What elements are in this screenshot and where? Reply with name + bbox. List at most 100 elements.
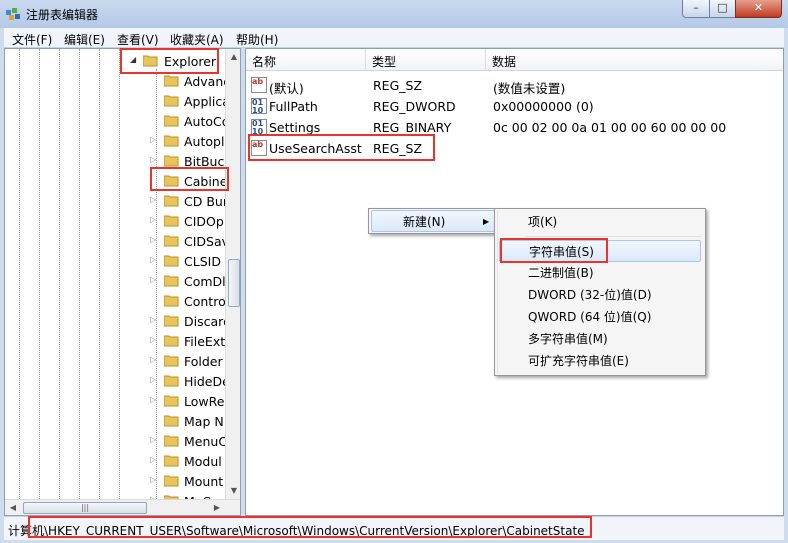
- submenu-item-label: 二进制值(B): [528, 266, 594, 280]
- folder-icon: [164, 315, 179, 327]
- column-header-data[interactable]: 数据: [486, 49, 783, 71]
- submenu-item[interactable]: 多字符串值(M): [499, 328, 701, 350]
- folder-icon: [164, 115, 179, 127]
- value-row[interactable]: 01 10 Settings REG_BINARY 0c 00 02 00 0a 01 …: [246, 117, 783, 138]
- tree-item-label: CD Bur: [184, 194, 228, 209]
- submenu-item-label: 多字符串值(M): [528, 332, 608, 346]
- binary-value-icon: 01 10: [251, 98, 267, 115]
- collapse-triangle-icon[interactable]: ◢: [130, 55, 136, 64]
- submenu-item[interactable]: QWORD (64 位)值(Q): [499, 306, 701, 328]
- expand-triangle-icon[interactable]: ▷: [150, 395, 156, 404]
- tree-item[interactable]: ▷ MenuO: [5, 431, 229, 451]
- expand-triangle-icon[interactable]: ▷: [150, 315, 156, 324]
- menu-edit[interactable]: 编辑(E): [64, 31, 105, 48]
- value-type: REG_SZ: [373, 78, 423, 93]
- tree-item[interactable]: ▷ Folder: [5, 351, 225, 371]
- tree-item[interactable]: ▷ ComDl: [5, 271, 226, 291]
- tree-item[interactable]: ▷ CD Bur: [5, 191, 228, 211]
- tree-item-label: Advanc: [184, 74, 231, 89]
- tree-item-label: MenuO: [184, 434, 229, 449]
- column-header-type[interactable]: 类型: [366, 49, 486, 71]
- tree-item[interactable]: ▷ CLSID: [5, 251, 225, 271]
- tree-item[interactable]: Advanc: [5, 71, 230, 91]
- tree-item-label: CLSID: [184, 254, 221, 269]
- expand-triangle-icon[interactable]: ▷: [150, 275, 156, 284]
- tree-item[interactable]: ▷ Discard: [5, 311, 231, 331]
- value-type: REG_DWORD: [373, 99, 456, 114]
- submenu-item[interactable]: 可扩充字符串值(E): [499, 350, 701, 372]
- tree-item-label: CIDSav: [184, 234, 230, 249]
- menu-item-new[interactable]: 新建(N) ▶: [371, 210, 495, 232]
- column-header-label: 数据: [492, 55, 517, 69]
- submenu-item[interactable]: 项(K): [499, 211, 701, 233]
- scroll-thumb[interactable]: |||: [23, 502, 147, 514]
- menu-file[interactable]: 文件(F): [12, 31, 52, 48]
- value-row[interactable]: ab (默认) REG_SZ (数值未设置): [246, 75, 783, 96]
- close-button[interactable]: ✕: [735, 0, 782, 18]
- string-value-icon: ab: [251, 77, 267, 93]
- expand-triangle-icon[interactable]: ▷: [150, 475, 156, 484]
- expand-triangle-icon[interactable]: ▷: [150, 455, 156, 464]
- expand-triangle-icon[interactable]: ▷: [150, 335, 156, 344]
- tree-item[interactable]: ▷ Modul: [5, 451, 225, 471]
- expand-triangle-icon[interactable]: ▷: [150, 435, 156, 444]
- menu-favorites[interactable]: 收藏夹(A): [170, 31, 224, 48]
- value-row[interactable]: 01 10 FullPath REG_DWORD 0x00000000 (0): [246, 96, 783, 117]
- tree-item[interactable]: Applica: [5, 91, 230, 111]
- menu-help[interactable]: 帮助(H): [236, 31, 278, 48]
- tree-horizontal-scrollbar[interactable]: ◀ ||| ▶: [5, 499, 240, 515]
- tree-item[interactable]: Contro: [5, 291, 226, 311]
- expand-triangle-icon[interactable]: ▷: [150, 215, 156, 224]
- tree-item[interactable]: ▷ FileExts: [5, 331, 232, 351]
- scroll-right-icon[interactable]: ▶: [209, 500, 225, 515]
- tree-item[interactable]: ▷ CIDSav: [5, 231, 229, 251]
- expand-triangle-icon[interactable]: ▷: [150, 255, 156, 264]
- expand-triangle-icon[interactable]: ▷: [150, 195, 156, 204]
- expand-triangle-icon[interactable]: ▷: [150, 155, 156, 164]
- tree-item-explorer[interactable]: ◢ Explorer: [5, 51, 225, 71]
- title-bar: 注册表编辑器 – □ ✕: [0, 0, 788, 28]
- tree-item[interactable]: Map N: [5, 411, 225, 431]
- tree-item[interactable]: ▷ BitBuck: [5, 151, 232, 171]
- value-data: 0c 00 02 00 0a 01 00 00 60 00 00 00: [493, 120, 727, 135]
- menu-view[interactable]: 查看(V): [117, 31, 159, 48]
- folder-icon: [164, 335, 179, 347]
- column-header-name[interactable]: 名称: [246, 49, 366, 71]
- menu-bar: 文件(F) 编辑(E) 查看(V) 收藏夹(A) 帮助(H): [4, 28, 784, 48]
- minimize-button[interactable]: –: [682, 0, 710, 18]
- submenu-item[interactable]: 二进制值(B): [499, 262, 701, 284]
- tree-item[interactable]: ▷ Mount: [5, 471, 225, 491]
- expand-triangle-icon[interactable]: ▷: [150, 235, 156, 244]
- expand-triangle-icon[interactable]: ▷: [150, 355, 156, 364]
- folder-icon: [164, 75, 179, 87]
- tree-item-label: Autopl: [184, 134, 225, 149]
- scroll-left-icon[interactable]: ◀: [5, 500, 21, 515]
- tree-item[interactable]: AutoCo: [5, 111, 229, 131]
- submenu-item[interactable]: 字符串值(S): [499, 240, 701, 262]
- column-header-label: 类型: [372, 55, 397, 69]
- folder-icon: [164, 375, 179, 387]
- tree-item[interactable]: ▷ Autopl: [5, 131, 225, 151]
- expand-triangle-icon[interactable]: ▷: [150, 375, 156, 384]
- scroll-down-icon[interactable]: ▼: [226, 483, 240, 499]
- expand-triangle-icon[interactable]: ▷: [150, 135, 156, 144]
- folder-icon: [164, 155, 179, 167]
- status-path: 计算机\HKEY_CURRENT_USER\Software\Microsoft…: [8, 524, 585, 538]
- tree-item[interactable]: Cabine: [5, 171, 227, 191]
- tree-item[interactable]: ▷ CIDOp: [5, 211, 225, 231]
- folder-icon: [164, 175, 179, 187]
- folder-icon: [164, 455, 179, 467]
- maximize-button[interactable]: □: [709, 0, 736, 18]
- tree-item[interactable]: ▷ HideDe: [5, 371, 230, 391]
- scroll-thumb[interactable]: [228, 259, 240, 307]
- tree-vertical-scrollbar[interactable]: ▲ ▼: [225, 49, 240, 499]
- folder-icon: [164, 215, 179, 227]
- scroll-up-icon[interactable]: ▲: [226, 49, 240, 65]
- tree-item-label: Map N: [184, 414, 224, 429]
- folder-icon: [164, 195, 179, 207]
- folder-icon: [164, 235, 179, 247]
- registry-tree[interactable]: ◢ Explorer Advanc Applica AutoCo ▷ Autopl ▷ Bi…: [4, 48, 241, 516]
- tree-item[interactable]: ▷ LowRe: [5, 391, 225, 411]
- submenu-item[interactable]: DWORD (32-位)值(D): [499, 284, 701, 306]
- value-row[interactable]: ab UseSearchAsst REG_SZ: [246, 138, 783, 159]
